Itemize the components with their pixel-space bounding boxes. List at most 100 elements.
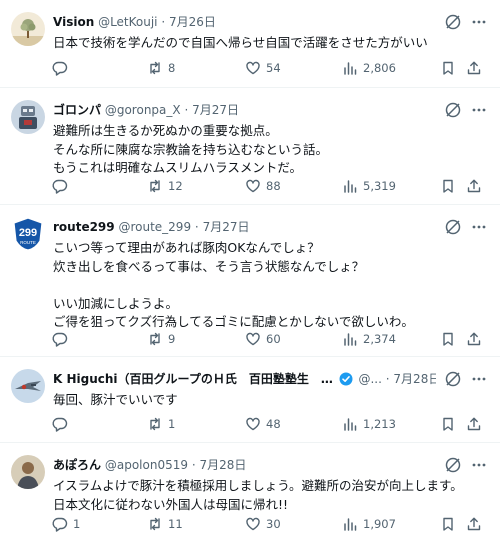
share-button[interactable] <box>466 59 482 77</box>
tweet-date[interactable]: 7月26日 <box>169 15 216 29</box>
views-button[interactable]: 5,319 <box>342 177 396 195</box>
views-button[interactable]: 2,374 <box>342 330 396 348</box>
person-avatar[interactable] <box>11 455 45 489</box>
more-options-icon[interactable] <box>470 456 488 474</box>
retweet-count: 9 <box>168 332 176 346</box>
share-button[interactable] <box>466 330 482 348</box>
like-count: 30 <box>266 517 281 531</box>
share-button[interactable] <box>466 177 482 195</box>
share-button[interactable] <box>466 515 482 533</box>
tweet[interactable]: Vision @LetKouji · 7月26日 日本で技術を学んだので自国へ帰… <box>0 0 500 88</box>
display-name[interactable]: あぽろん <box>53 458 101 472</box>
reply-icon <box>52 516 68 532</box>
share-button[interactable] <box>466 415 482 433</box>
reply-button[interactable] <box>52 415 73 433</box>
like-button[interactable]: 54 <box>245 59 281 77</box>
user-handle[interactable]: @route_299 <box>118 220 191 234</box>
separator-dot: · <box>191 458 196 472</box>
more-options-icon[interactable] <box>470 370 488 388</box>
user-handle[interactable]: @... <box>358 372 381 386</box>
like-button[interactable]: 60 <box>245 330 281 348</box>
reply-button[interactable]: 1 <box>52 515 80 533</box>
display-name[interactable]: K Higuchi（百田グループのＨ氏 百田塾塾生 … <box>53 372 333 386</box>
action-bar: 9 60 2,374 <box>50 330 488 348</box>
like-button[interactable]: 88 <box>245 177 281 195</box>
tweet[interactable]: 299 ROUTE route299 @route_299 · 7月27日 こい… <box>0 205 500 357</box>
share-icon <box>466 60 482 76</box>
heart-icon <box>245 331 261 347</box>
views-button[interactable]: 2,806 <box>342 59 396 77</box>
tweet-header: あぽろん @apolon0519 · 7月28日 <box>53 455 436 475</box>
more-options-icon[interactable] <box>470 101 488 119</box>
tweet-text-line <box>53 276 488 295</box>
retweet-button[interactable]: 8 <box>147 59 175 77</box>
display-name[interactable]: Vision <box>53 15 94 29</box>
grok-icon[interactable] <box>444 101 462 119</box>
user-handle[interactable]: @goronpa_X <box>105 103 181 117</box>
action-bar: 12 88 5,319 <box>50 177 488 195</box>
retweet-count: 8 <box>168 61 176 75</box>
action-bar: 8 54 2,806 <box>50 59 488 77</box>
share-icon <box>466 178 482 194</box>
verified-badge-icon <box>339 372 353 386</box>
tweet-date[interactable]: 7月28日 <box>393 372 436 386</box>
grok-icon[interactable] <box>444 370 462 388</box>
user-handle[interactable]: @apolon0519 <box>105 458 188 472</box>
display-name[interactable]: route299 <box>53 220 115 234</box>
views-count: 1,907 <box>363 517 396 531</box>
retweet-button[interactable]: 11 <box>147 515 183 533</box>
grok-icon[interactable] <box>444 13 462 31</box>
reply-count: 1 <box>73 517 81 531</box>
route-sign-avatar[interactable]: 299 ROUTE <box>11 217 45 251</box>
share-icon <box>466 416 482 432</box>
reply-icon <box>52 178 68 194</box>
reply-button[interactable] <box>52 177 73 195</box>
tweet-text-line: イスラムよけで豚汁を積極採用しましょう。避難所の治安が向上します。 <box>53 478 463 493</box>
bookmark-button[interactable] <box>440 177 456 195</box>
tweet-text-line: もうこれは明確なムスリムハラスメントだ。 <box>53 160 303 175</box>
tweet[interactable]: K Higuchi（百田グループのＨ氏 百田塾塾生 … @... · 7月28日… <box>0 357 500 443</box>
retweet-icon <box>147 516 163 532</box>
tweet[interactable]: ゴロンパ @goronpa_X · 7月27日 避難所は生きるか死ぬかの重要な拠… <box>0 88 500 205</box>
retweet-button[interactable]: 12 <box>147 177 183 195</box>
robot-avatar[interactable] <box>11 100 45 134</box>
views-count: 2,374 <box>363 332 396 346</box>
bookmark-button[interactable] <box>440 415 456 433</box>
tweet-text-line: いい加減にしようよ。 <box>53 295 179 311</box>
like-button[interactable]: 30 <box>245 515 281 533</box>
bookmark-button[interactable] <box>440 59 456 77</box>
bookmark-button[interactable] <box>440 515 456 533</box>
route-label: ROUTE <box>20 240 36 245</box>
fighter-jet-avatar[interactable] <box>11 369 45 403</box>
tweet[interactable]: あぽろん @apolon0519 · 7月28日 イスラムよけで豚汁を積極採用し… <box>0 443 500 541</box>
user-handle[interactable]: @LetKouji <box>98 15 157 29</box>
bookmark-button[interactable] <box>440 330 456 348</box>
views-button[interactable]: 1,907 <box>342 515 396 533</box>
bookmark-icon <box>440 60 456 76</box>
grok-icon[interactable] <box>444 218 462 236</box>
reply-button[interactable] <box>52 330 73 348</box>
display-name[interactable]: ゴロンパ <box>53 103 101 117</box>
heart-icon <box>245 516 261 532</box>
more-options-icon[interactable] <box>470 218 488 236</box>
views-button[interactable]: 1,213 <box>342 415 396 433</box>
grok-icon[interactable] <box>444 456 462 474</box>
bar-chart-icon <box>342 178 358 194</box>
separator-dot: · <box>194 220 199 234</box>
more-options-icon[interactable] <box>470 13 488 31</box>
bar-chart-icon <box>342 60 358 76</box>
tweet-date[interactable]: 7月28日 <box>199 458 246 472</box>
like-count: 54 <box>266 61 281 75</box>
retweet-count: 11 <box>168 517 183 531</box>
retweet-button[interactable]: 9 <box>147 330 175 348</box>
timeline: Vision @LetKouji · 7月26日 日本で技術を学んだので自国へ帰… <box>0 0 500 541</box>
bar-chart-icon <box>342 516 358 532</box>
heart-icon <box>245 60 261 76</box>
reply-button[interactable] <box>52 59 73 77</box>
tweet-text-line: 日本で技術を学んだので自国へ帰らせ自国で活躍をさせた方がいい <box>53 35 428 50</box>
tree-avatar[interactable] <box>11 12 45 46</box>
retweet-button[interactable]: 1 <box>147 415 175 433</box>
tweet-date[interactable]: 7月27日 <box>203 220 250 234</box>
tweet-date[interactable]: 7月27日 <box>192 103 239 117</box>
like-button[interactable]: 48 <box>245 415 281 433</box>
